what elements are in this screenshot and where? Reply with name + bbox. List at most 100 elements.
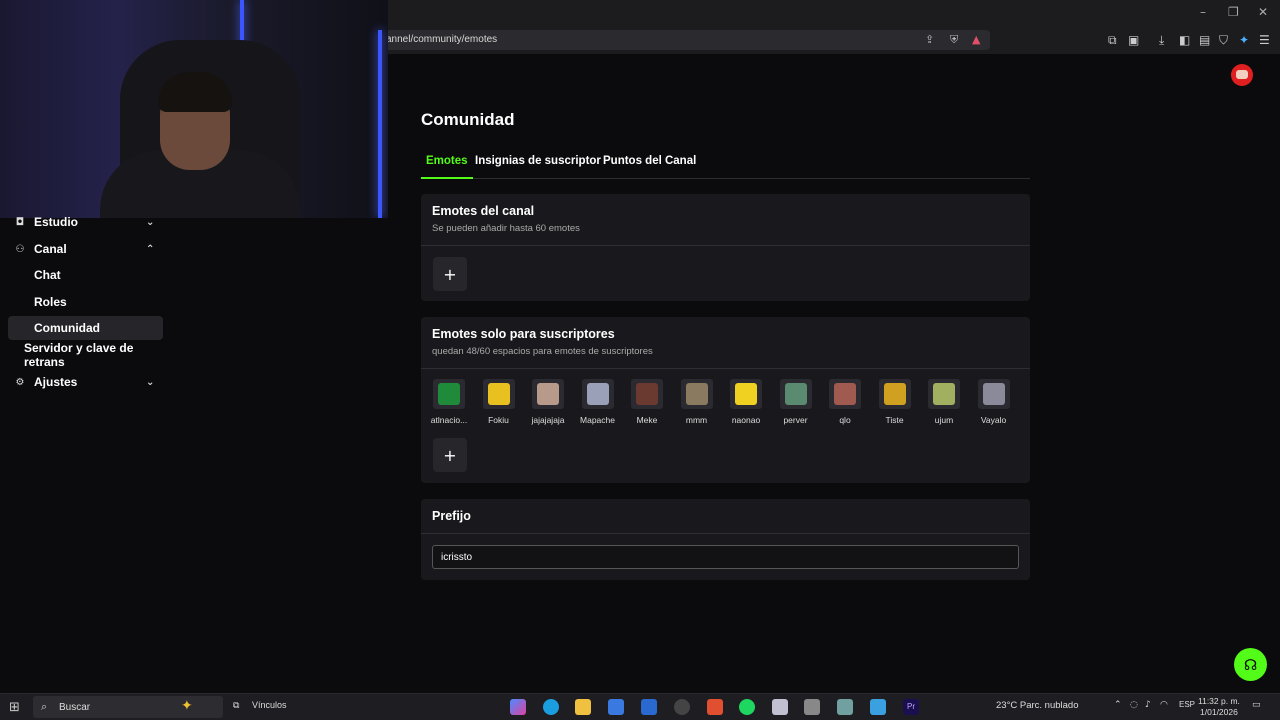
brave-app-icon[interactable] [707, 699, 723, 715]
taskbar-links[interactable]: ⧉ Vínculos [233, 700, 286, 711]
wallet-icon[interactable]: ▤ [1199, 33, 1210, 47]
card-title: Emotes solo para suscriptores [432, 327, 615, 341]
search-icon: ⌕ [41, 700, 48, 713]
volume-icon[interactable]: ♪ [1145, 700, 1151, 710]
emote-tile[interactable]: qlo [823, 379, 867, 425]
sidebar-item-comunidad[interactable]: Comunidad [8, 316, 163, 340]
kick-extension-icon[interactable]: ✦ [1239, 33, 1249, 47]
network-icon[interactable]: ◌ [1130, 700, 1138, 710]
emote-name: Mapache [580, 415, 615, 425]
emote-name: Meke [636, 415, 658, 425]
sidebar-item-chat[interactable]: Chat [34, 263, 162, 287]
led-strip [378, 30, 382, 218]
emote-image [834, 383, 856, 405]
emote-tile[interactable]: naonao [724, 379, 768, 425]
studio-icon: ◘ [15, 216, 25, 228]
close-window-button[interactable]: ✕ [1258, 5, 1268, 19]
emote-tile[interactable]: perver [774, 379, 818, 425]
vpn-icon[interactable]: ⛉ [1219, 33, 1228, 48]
restore-button[interactable]: ❐ [1228, 5, 1239, 19]
spotify-app-icon[interactable] [739, 699, 755, 715]
explorer-app-icon[interactable] [575, 699, 591, 715]
settings-app-icon[interactable] [804, 699, 820, 715]
add-sub-emote-button[interactable]: + [433, 438, 467, 472]
tray-chevron-icon[interactable]: ⌃ [1114, 700, 1122, 710]
emote-tile[interactable]: Vayalo [972, 379, 1016, 425]
emote-thumbnail [680, 379, 713, 409]
emote-image [933, 383, 955, 405]
copilot-app-icon[interactable] [510, 699, 526, 715]
task-view-icon: ⧉ [233, 701, 240, 711]
emote-thumbnail [779, 379, 812, 409]
emote-tile[interactable]: ujum [922, 379, 966, 425]
emote-tile[interactable]: jajajajaja [526, 379, 570, 425]
sidebar-item-estudio[interactable]: ◘ Estudio ⌄ [14, 210, 164, 234]
prefix-input[interactable]: icrissto [432, 545, 1019, 569]
user-avatar[interactable] [1231, 64, 1253, 86]
minimize-button[interactable]: – [1200, 5, 1206, 19]
sidebar-item-ajustes[interactable]: ⚙ Ajustes ⌄ [14, 370, 164, 394]
weather-widget[interactable]: 23°C Parc. nublado [996, 700, 1079, 711]
emote-thumbnail [878, 379, 911, 409]
edge-app-icon[interactable] [543, 699, 559, 715]
language-indicator[interactable]: ESP [1179, 700, 1195, 709]
emote-tile[interactable]: mmm [675, 379, 719, 425]
sidebar-item-label: Ajustes [34, 375, 78, 389]
download-icon[interactable]: ⤓ [1159, 33, 1164, 48]
tab-emotes[interactable]: Emotes [421, 155, 473, 179]
card-header: Prefijo [421, 499, 1030, 534]
extensions-icon[interactable]: ⧉ [1108, 33, 1117, 48]
emote-name: mmm [685, 415, 708, 425]
emote-tile[interactable]: Meke [625, 379, 669, 425]
sidebar-item-label: Servidor y clave de retrans [24, 341, 134, 369]
mail-app-icon[interactable] [641, 699, 657, 715]
wifi-icon[interactable]: ◠ [1160, 700, 1168, 710]
clock-time: 11:32 p. m. [1198, 696, 1240, 706]
copilot-sparkle-icon: ✦ [181, 698, 193, 714]
address-bar[interactable]: annel/community/emotes ⇪ ⛨ ▲ [370, 30, 990, 50]
emote-tile[interactable]: Fokiu [477, 379, 521, 425]
emote-image [735, 383, 757, 405]
sidebar-item-servidor[interactable]: Servidor y clave de retrans [24, 341, 170, 369]
app-icon[interactable] [772, 699, 788, 715]
emote-tile[interactable]: atlnacio... [427, 379, 471, 425]
emote-name: perver [783, 415, 808, 425]
taskbar-search[interactable]: ⌕ Buscar ✦ [33, 696, 223, 718]
card-subtitle: Se pueden añadir hasta 60 emotes [432, 223, 580, 234]
sidebar-toggle-icon[interactable]: ◧ [1179, 33, 1190, 47]
emote-name: naonao [731, 415, 761, 425]
clock[interactable]: 11:32 p. m. 1/01/2026 [1198, 696, 1240, 718]
sidebar-item-label: Roles [34, 295, 67, 309]
notes-app-icon[interactable] [837, 699, 853, 715]
rewards-icon[interactable]: ▲ [972, 33, 980, 46]
premiere-app-icon[interactable]: Pr [903, 699, 919, 715]
page-title: Comunidad [421, 110, 515, 129]
emote-name: Vayalo [980, 415, 1007, 425]
headset-icon: ☊ [1243, 655, 1258, 674]
emote-tile[interactable]: Mapache [576, 379, 620, 425]
sub-emotes-card: Emotes solo para suscriptores quedan 48/… [421, 317, 1030, 483]
emote-image [982, 383, 1005, 405]
obs-app-icon[interactable] [674, 699, 690, 715]
brave-shield-icon[interactable]: ⛨ [950, 33, 958, 47]
help-chat-button[interactable]: ☊ [1234, 648, 1267, 681]
card-subtitle: quedan 48/60 espacios para emotes de sus… [432, 346, 653, 357]
emote-image [537, 383, 559, 405]
store-app-icon[interactable] [608, 699, 624, 715]
tab-puntos[interactable]: Puntos del Canal [598, 155, 701, 179]
tab-insignias[interactable]: Insignias de suscriptor [470, 155, 606, 179]
notification-icon[interactable]: ▭ [1252, 700, 1261, 710]
sidebar-item-canal[interactable]: ⚇ Canal ⌃ [14, 237, 164, 261]
reader-icon[interactable]: ▣ [1128, 33, 1139, 47]
sidebar-item-label: Estudio [34, 215, 78, 229]
photos-app-icon[interactable] [870, 699, 886, 715]
emote-thumbnail [433, 379, 465, 409]
webcam-overlay [0, 0, 388, 218]
share-icon[interactable]: ⇪ [925, 33, 934, 46]
add-channel-emote-button[interactable]: + [433, 257, 467, 291]
emote-tile[interactable]: Tiste [873, 379, 917, 425]
menu-icon[interactable]: ☰ [1259, 33, 1270, 47]
windows-start-icon[interactable]: ⊞ [9, 700, 20, 715]
sidebar-item-roles[interactable]: Roles [34, 290, 162, 314]
emote-name: atlnacio... [430, 415, 468, 425]
